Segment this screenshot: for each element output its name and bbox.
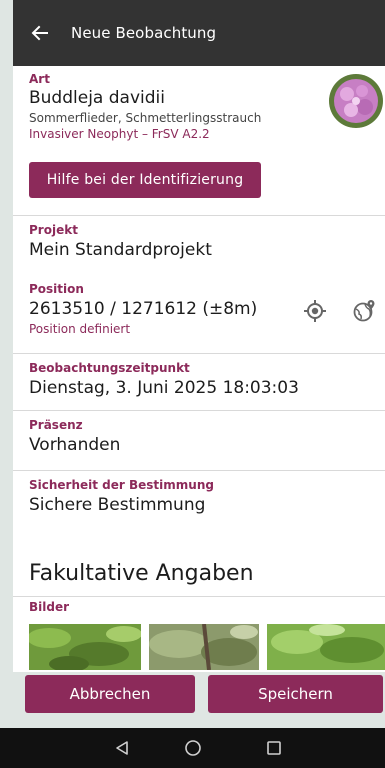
certainty-label: Sicherheit der Bestimmung [29,478,214,492]
divider [13,596,385,597]
divider [13,470,385,471]
certainty-section[interactable]: Sicherheit der Bestimmung Sichere Bestim… [13,478,385,515]
position-value: 2613510 / 1271612 (±8m) [29,299,258,319]
nav-recents-icon[interactable] [262,736,286,760]
image-thumbnail[interactable] [149,624,259,670]
image-thumbnails [29,624,385,670]
arrow-left-icon[interactable] [31,23,51,43]
image-thumbnail[interactable] [29,624,142,670]
presence-value: Vorhanden [29,435,121,455]
gps-locate-icon[interactable] [301,297,329,325]
timestamp-section[interactable]: Beobachtungszeitpunkt Dienstag, 3. Juni … [13,361,385,398]
page-title: Neue Beobachtung [71,24,217,42]
observation-form-screen: Neue Beobachtung Art Buddleja davidii So… [13,0,385,768]
position-section: Position 2613510 / 1271612 (±8m) Positio… [13,282,385,336]
species-label: Art [29,72,50,86]
position-label: Position [29,282,84,296]
divider [13,215,385,216]
presence-label: Präsenz [29,418,83,432]
app-bar: Neue Beobachtung [13,0,385,66]
globe-pin-icon[interactable] [350,297,378,325]
optional-section-title: Fakultative Angaben [29,561,254,586]
timestamp-label: Beobachtungszeitpunkt [29,361,190,375]
divider [13,410,385,411]
presence-section[interactable]: Präsenz Vorhanden [13,418,385,455]
timestamp-value: Dienstag, 3. Juni 2025 18:03:03 [29,378,299,398]
project-value: Mein Standardprojekt [29,240,212,260]
cancel-button[interactable]: Abbrechen [25,675,195,713]
nav-home-icon[interactable] [181,736,205,760]
images-label: Bilder [29,600,70,614]
nav-back-icon[interactable] [110,736,134,760]
save-button[interactable]: Speichern [208,675,383,713]
position-status: Position definiert [29,322,131,336]
project-label: Projekt [29,223,78,237]
divider [13,353,385,354]
system-navigation-bar [0,728,385,768]
species-status: Invasiver Neophyt – FrSV A2.2 [29,127,210,141]
project-section[interactable]: Projekt Mein Standardprojekt [13,223,385,260]
action-bar: Abbrechen Speichern [13,672,385,728]
certainty-value: Sichere Bestimmung [29,495,206,515]
species-photo-avatar[interactable] [329,74,383,128]
image-thumbnail[interactable] [267,624,385,670]
identification-help-button[interactable]: Hilfe bei der Identifizierung [29,162,261,198]
